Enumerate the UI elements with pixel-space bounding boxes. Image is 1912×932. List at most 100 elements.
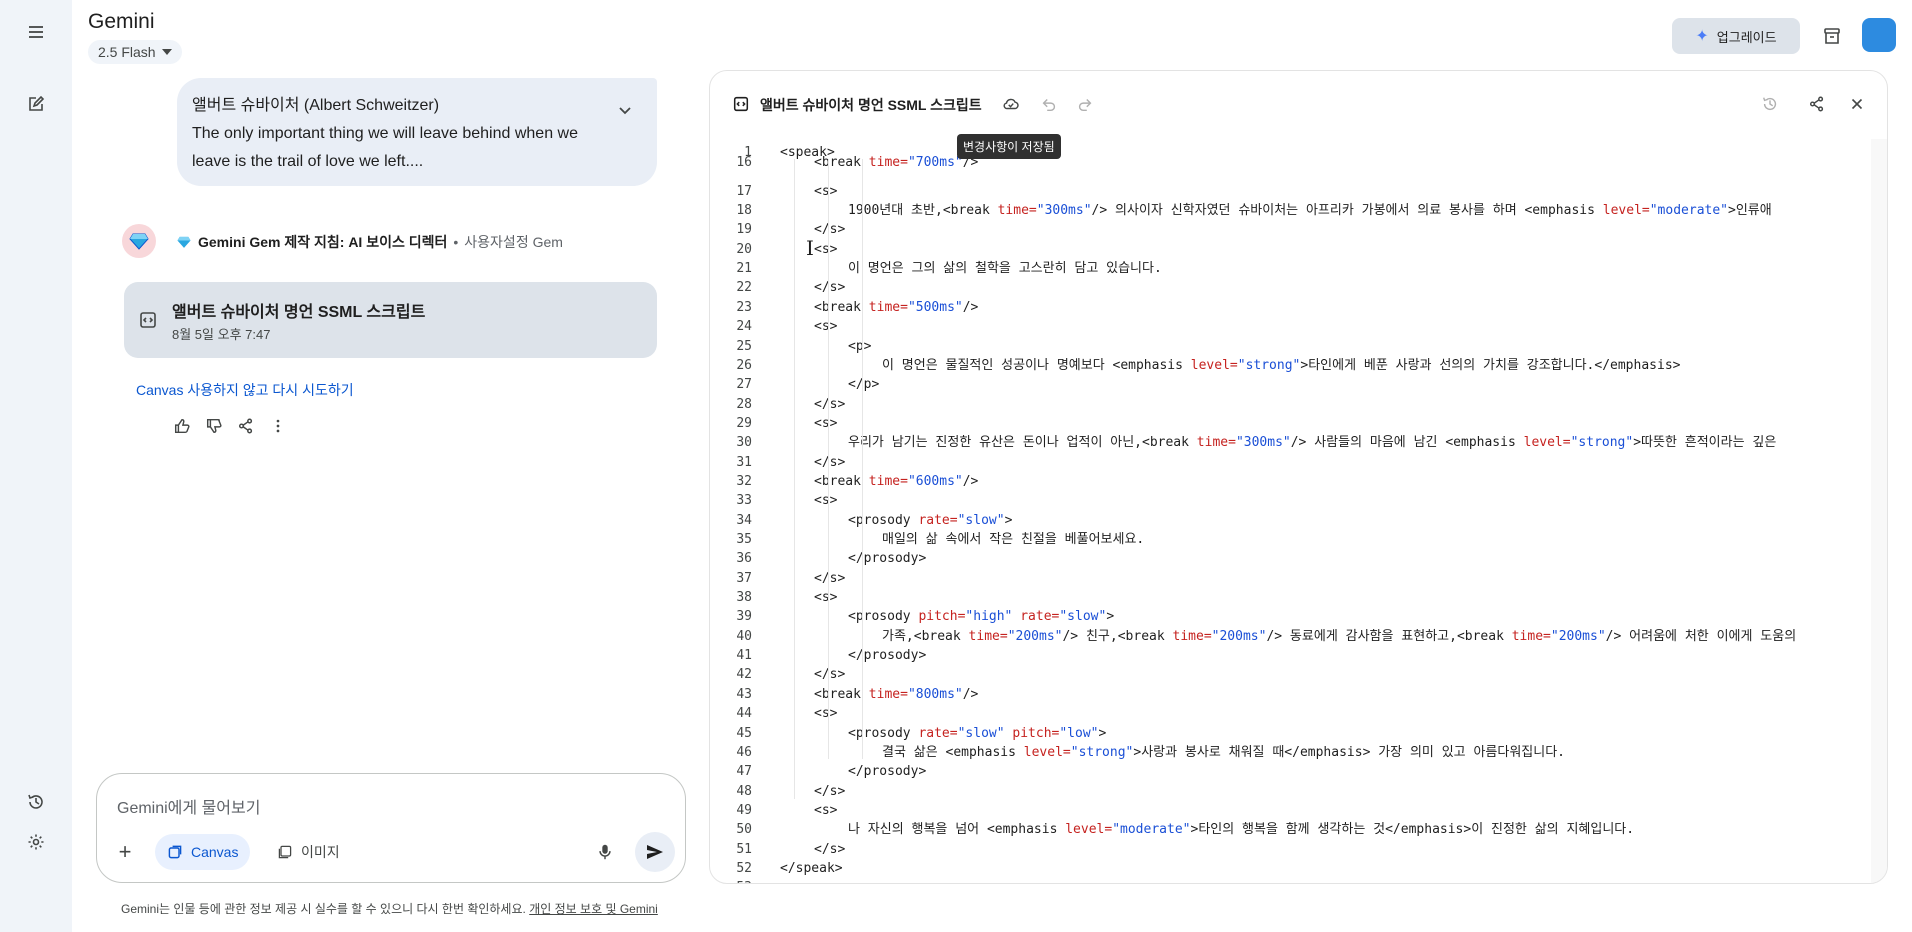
menu-icon[interactable] — [18, 14, 54, 50]
code-line[interactable]: 25 <p> — [710, 337, 1887, 356]
code-editor[interactable]: 1 <speak> 16 <break time="700ms"/> 17 <s> 18 19… — [710, 139, 1887, 883]
code-line[interactable]: 23 <break time="500ms"/> — [710, 298, 1887, 317]
code-text: 1900년대 초반,<break time="300ms"/> 의사이자 신학자… — [848, 203, 1772, 219]
chevron-down-icon[interactable] — [615, 100, 635, 120]
gem-separator: • — [453, 234, 459, 250]
code-line[interactable]: 38 <s> — [710, 588, 1887, 607]
more-options-icon[interactable] — [268, 414, 288, 438]
line-number: 18 — [736, 203, 752, 219]
canvas-toggle-chip[interactable]: Canvas — [155, 834, 251, 870]
code-line[interactable]: 41 </prosody> — [710, 646, 1887, 665]
image-chip-label: 이미지 — [301, 844, 340, 860]
code-line[interactable]: 40 가족,<break time="200ms"/> 친구,<break tim… — [710, 627, 1887, 646]
prompt-input[interactable]: Gemini에게 물어보기 — [117, 794, 260, 818]
redo-icon[interactable] — [1072, 91, 1098, 117]
code-line[interactable]: 28 </s> — [710, 395, 1887, 414]
line-number: 46 — [736, 744, 752, 760]
code-line[interactable]: 31 </s> — [710, 453, 1887, 472]
archive-icon[interactable] — [1816, 20, 1848, 52]
model-selector[interactable]: 2.5 Flash — [88, 40, 182, 64]
code-text: </s> — [814, 396, 846, 412]
code-line[interactable]: 19 </s> — [710, 220, 1887, 239]
avatar[interactable] — [1862, 18, 1896, 52]
gem-name[interactable]: Gemini Gem 제작 지침: AI 보이스 디렉터 — [198, 232, 447, 252]
code-line[interactable]: 39 <prosody pitch="high" rate="slow"> — [710, 607, 1887, 626]
code-text: 우리가 남기는 진정한 유산은 돈이나 업적이 아닌,<break time="… — [848, 435, 1777, 451]
code-line[interactable]: 34 <prosody rate="slow"> — [710, 511, 1887, 530]
code-text: <prosody pitch="high" rate="slow"> — [848, 609, 1115, 625]
thumbs-down-icon[interactable] — [204, 414, 224, 438]
image-tool-chip[interactable]: 이미지 — [267, 834, 350, 870]
prompt-input-box[interactable]: Gemini에게 물어보기 + Canvas 이미지 — [96, 773, 686, 883]
code-line[interactable]: 18 1900년대 초반,<break time="300ms"/> 의사이자 신… — [710, 201, 1887, 220]
code-text: <s> — [814, 802, 838, 818]
upgrade-button[interactable]: ✦ 업그레이드 — [1672, 18, 1800, 54]
line-number: 37 — [736, 570, 752, 586]
line-number: 16 — [736, 155, 752, 171]
cloud-saved-icon[interactable] — [998, 91, 1024, 117]
code-line[interactable]: 21 이 명언은 그의 삶의 철학을 고스란히 담고 있습니다. — [710, 259, 1887, 278]
privacy-link[interactable]: 개인 정보 보호 및 Gemini — [529, 902, 658, 916]
code-line[interactable]: 52 </speak> — [710, 859, 1887, 878]
undo-icon[interactable] — [1036, 91, 1062, 117]
code-line[interactable]: 36 </prosody> — [710, 549, 1887, 568]
code-line[interactable]: 29 <s> — [710, 414, 1887, 433]
code-text: 나 자신의 행복을 넘어 <emphasis level="moderate">… — [848, 822, 1635, 838]
code-line[interactable]: 44 <s> — [710, 704, 1887, 723]
code-line[interactable]: 46 결국 삶은 <emphasis level="strong">사랑과 봉사로… — [710, 743, 1887, 762]
code-line[interactable]: 53 — [710, 878, 1887, 883]
editor-scrollbar[interactable] — [1871, 139, 1887, 883]
code-line[interactable]: 17 <s> — [710, 182, 1887, 201]
code-line[interactable]: 51 </s> — [710, 840, 1887, 859]
send-button[interactable] — [635, 832, 675, 872]
canvas-editor-panel: 앨버트 슈바이처 명언 SSML 스크립트 1 <speak> 16 <break t… — [709, 70, 1888, 884]
line-number: 42 — [736, 667, 752, 683]
canvas-card[interactable]: 앨버트 슈바이처 명언 SSML 스크립트 8월 5일 오후 7:47 — [124, 282, 657, 358]
history-icon[interactable] — [18, 784, 54, 820]
close-icon[interactable] — [1844, 91, 1870, 117]
code-line[interactable]: 49 <s> — [710, 801, 1887, 820]
code-line[interactable]: 42 </s> — [710, 665, 1887, 684]
line-number: 21 — [736, 261, 752, 277]
code-line[interactable]: 22 </s> — [710, 278, 1887, 297]
version-history-icon[interactable] — [1757, 91, 1783, 117]
code-line[interactable]: 26 이 명언은 물질적인 성공이나 명예보다 <emphasis level="… — [710, 356, 1887, 375]
code-line[interactable]: 48 </s> — [710, 782, 1887, 801]
gem-info: Gemini Gem 제작 지침: AI 보이스 디렉터 • 사용자설정 Gem — [176, 232, 563, 252]
upgrade-label: 업그레이드 — [1716, 29, 1777, 45]
code-line[interactable]: 37 </s> — [710, 569, 1887, 588]
code-line[interactable]: 35 매일의 삶 속에서 작은 친절을 베풀어보세요. — [710, 530, 1887, 549]
code-line[interactable]: 24 <s> — [710, 317, 1887, 336]
code-line[interactable]: 43 <break time="800ms"/> — [710, 685, 1887, 704]
code-line[interactable]: 20 <s> — [710, 240, 1887, 259]
code-text: </prosody> — [848, 648, 927, 664]
share-icon[interactable] — [1804, 91, 1830, 117]
line-number: 35 — [736, 532, 752, 547]
share-icon[interactable] — [236, 414, 256, 438]
line-number: 20 — [736, 241, 752, 257]
code-text: 매일의 삶 속에서 작은 친절을 베풀어보세요. — [882, 532, 1145, 547]
line-number: 26 — [736, 357, 752, 373]
settings-icon[interactable] — [18, 824, 54, 860]
line-number: 49 — [736, 802, 752, 818]
plus-icon[interactable]: + — [113, 839, 137, 864]
thumbs-up-icon[interactable] — [172, 414, 192, 438]
line-number: 29 — [736, 415, 752, 431]
code-line[interactable]: 27 </p> — [710, 375, 1887, 394]
new-chat-icon[interactable] — [18, 86, 54, 122]
code-line[interactable]: 45 <prosody rate="slow" pitch="low"> — [710, 724, 1887, 743]
code-line[interactable]: 33 <s> — [710, 491, 1887, 510]
retry-without-canvas-link[interactable]: Canvas 사용하지 않고 다시 시도하기 — [136, 380, 354, 400]
line-number: 41 — [736, 648, 752, 664]
line-number: 31 — [736, 454, 752, 470]
code-line[interactable]: 47 </prosody> — [710, 762, 1887, 781]
code-line[interactable]: 32 <break time="600ms"/> — [710, 472, 1887, 491]
code-text: </prosody> — [848, 551, 927, 567]
indent-guide — [862, 159, 863, 759]
line-number: 48 — [736, 783, 752, 799]
microphone-icon[interactable] — [593, 840, 617, 864]
disclaimer: Gemini는 인물 등에 관한 정보 제공 시 실수를 할 수 있으니 다시 … — [121, 900, 658, 917]
code-line[interactable]: 30 우리가 남기는 진정한 유산은 돈이나 업적이 아닌,<break time… — [710, 433, 1887, 452]
code-line[interactable]: 50 나 자신의 행복을 넘어 <emphasis level="moderate… — [710, 820, 1887, 839]
code-line[interactable]: 16 <break time="700ms"/> — [710, 153, 1887, 172]
